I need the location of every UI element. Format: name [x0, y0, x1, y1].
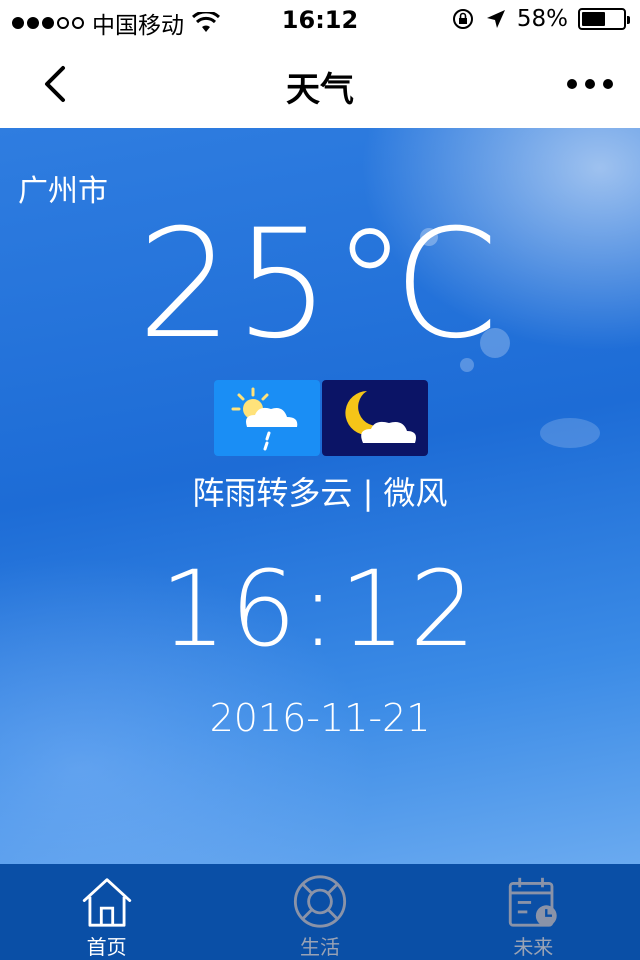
tab-label: 首页 [86, 935, 127, 959]
sun-cloud-rain-icon [231, 387, 298, 451]
more-dots-icon [567, 79, 577, 89]
battery-icon [578, 8, 630, 30]
battery-percent: 58% [516, 6, 568, 32]
rotation-lock-icon [452, 9, 473, 29]
current-date: 2016-11-21 [209, 696, 431, 740]
lifebuoy-icon [293, 875, 347, 928]
tab-home[interactable]: 首页 [0, 864, 213, 960]
tab-life[interactable]: 生活 [213, 864, 426, 960]
tab-label: 生活 [299, 935, 340, 959]
moon-cloud-icon [345, 391, 416, 443]
tab-label: 未来 [513, 935, 554, 959]
page-title: 天气 [286, 70, 354, 110]
navigation-bar: 天气 [0, 40, 640, 128]
status-right: 58% [451, 6, 630, 32]
weather-icons [214, 380, 428, 456]
more-button[interactable] [560, 60, 620, 108]
more-dot [603, 79, 613, 89]
lens-flare [540, 418, 600, 448]
more-dot [585, 79, 595, 89]
day-weather-tile [214, 380, 320, 456]
tab-future[interactable]: 未来 [427, 864, 640, 960]
current-time: 16:12 [160, 548, 480, 670]
status-bar: 中国移动 16:12 58% [0, 0, 640, 40]
location-arrow-icon [486, 10, 505, 28]
tab-bar: 首页 生活 未来 [0, 864, 640, 960]
calendar-clock-icon [509, 877, 558, 927]
current-temperature: 25℃ [137, 198, 503, 372]
weather-description: 阵雨转多云 | 微风 [192, 474, 448, 512]
home-icon [82, 878, 131, 927]
night-weather-tile [322, 380, 428, 456]
battery-fill [582, 12, 606, 26]
weather-panel: 广州市 25℃ 阵雨转多云 | 微风 16:12 2016-11-21 [0, 128, 640, 864]
